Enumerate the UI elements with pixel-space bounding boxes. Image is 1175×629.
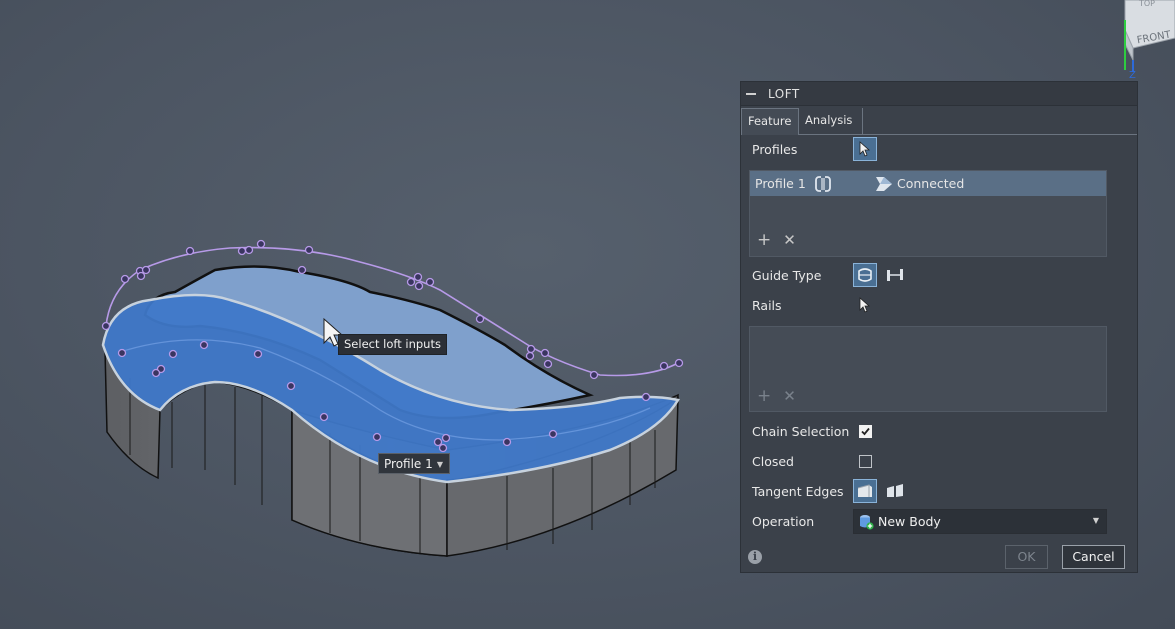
operation-select[interactable]: New Body ▼ xyxy=(853,509,1107,534)
profiles-label: Profiles xyxy=(752,142,798,157)
closed-checkbox[interactable] xyxy=(859,455,872,468)
guide-type-label: Guide Type xyxy=(752,268,822,283)
rails-select-button[interactable] xyxy=(853,293,877,317)
cancel-button[interactable]: Cancel xyxy=(1062,545,1125,569)
profile-tag-dropdown[interactable]: Profile 1 ▼ xyxy=(378,453,450,474)
view-cube[interactable]: TOP FRONT Z xyxy=(1115,0,1175,80)
tab-analysis[interactable]: Analysis xyxy=(799,108,863,134)
tangent-edges-label: Tangent Edges xyxy=(752,484,844,499)
chain-selection-label: Chain Selection xyxy=(752,424,850,439)
chevron-down-icon: ▼ xyxy=(1092,516,1099,525)
chain-selection-checkbox[interactable] xyxy=(859,425,872,438)
operation-value: New Body xyxy=(878,514,941,529)
guide-type-centerline-button[interactable] xyxy=(883,263,907,287)
tab-feature[interactable]: Feature xyxy=(741,108,799,135)
tangent-edges-keep-button[interactable] xyxy=(883,479,907,503)
operation-label: Operation xyxy=(752,514,815,529)
new-body-icon xyxy=(860,514,874,530)
profile-tag-label: Profile 1 xyxy=(384,457,433,471)
cursor-select-icon xyxy=(859,141,871,157)
checkmark-icon xyxy=(861,427,870,436)
collapse-icon[interactable] xyxy=(746,92,756,95)
add-icon[interactable]: + xyxy=(757,230,771,250)
centerline-guide-icon xyxy=(887,269,903,281)
merge-edges-icon xyxy=(857,484,872,497)
profile-status: Connected xyxy=(897,176,965,191)
chevron-down-icon: ▼ xyxy=(436,460,443,469)
profiles-list: Profile 1 Connected + ✕ xyxy=(749,170,1107,257)
list-item[interactable]: Profile 1 Connected xyxy=(750,171,1106,196)
tab-bar: Feature Analysis xyxy=(741,108,1137,135)
dialog-header[interactable]: LOFT xyxy=(741,82,1137,106)
view-cube-top-label: TOP xyxy=(1138,0,1155,8)
guide-type-rails-button[interactable] xyxy=(853,263,877,287)
profiles-select-button[interactable] xyxy=(853,137,877,161)
tooltip: Select loft inputs xyxy=(338,334,447,355)
remove-icon[interactable]: ✕ xyxy=(783,387,796,405)
connected-icon xyxy=(876,176,892,191)
rails-guide-icon xyxy=(858,268,872,282)
closed-label: Closed xyxy=(752,454,794,469)
info-icon[interactable]: i xyxy=(748,550,762,564)
keep-edges-icon xyxy=(887,484,903,497)
profiles-list-actions: + ✕ xyxy=(757,230,808,250)
dialog-title: LOFT xyxy=(768,86,800,101)
cursor-select-icon xyxy=(859,297,871,313)
rails-label: Rails xyxy=(752,298,782,313)
ok-button[interactable]: OK xyxy=(1005,545,1048,569)
rails-list-actions: + ✕ xyxy=(757,386,808,406)
rails-list: + ✕ xyxy=(749,326,1107,412)
axis-z-label: Z xyxy=(1129,70,1136,80)
tangent-edges-merge-button[interactable] xyxy=(853,479,877,503)
profile-name: Profile 1 xyxy=(755,176,806,191)
add-icon[interactable]: + xyxy=(757,386,771,406)
profile-direction-icon[interactable] xyxy=(813,174,833,193)
remove-icon[interactable]: ✕ xyxy=(783,231,796,249)
loft-dialog: LOFT Feature Analysis Profiles Profile 1… xyxy=(740,81,1138,573)
